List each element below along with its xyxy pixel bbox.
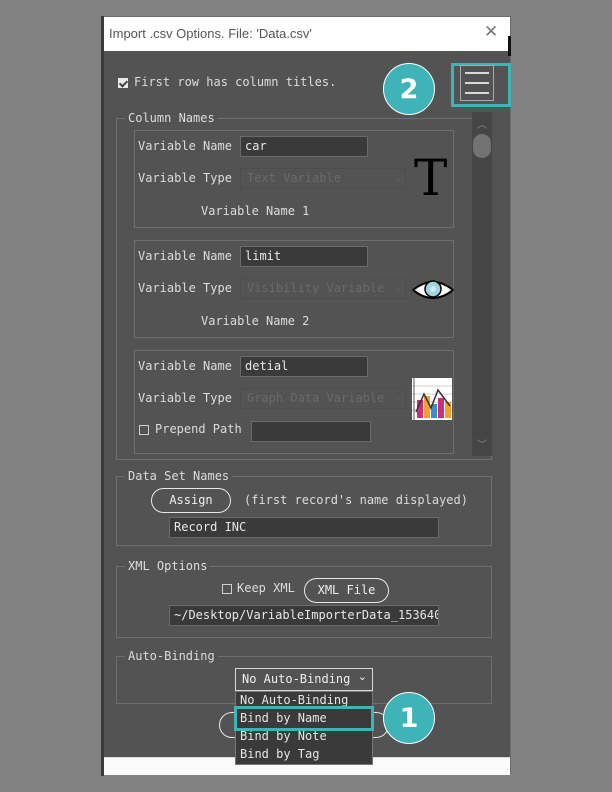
variable-name-label: Variable Name bbox=[138, 249, 232, 263]
menu-icon-line bbox=[465, 72, 489, 74]
menu-icon-line bbox=[465, 82, 489, 84]
variable-caption-1: Variable Name 1 bbox=[201, 204, 310, 218]
column-names-scrollbar[interactable] bbox=[472, 112, 492, 456]
text-variable-icon: T bbox=[414, 149, 448, 207]
xml-file-button[interactable]: XML File bbox=[304, 578, 389, 603]
first-row-label: First row has column titles. bbox=[134, 75, 337, 89]
variable-caption-2: Variable Name 2 bbox=[201, 314, 310, 328]
variable-type-select-1: Text Variable bbox=[240, 168, 406, 189]
auto-binding-selected-value: No Auto-Binding bbox=[242, 672, 351, 686]
keep-xml-label: Keep XML bbox=[237, 581, 295, 595]
xml-options-group bbox=[116, 566, 492, 638]
auto-binding-select[interactable]: No Auto-Binding ⌄ bbox=[235, 668, 373, 691]
variable-name-input-2[interactable]: limit bbox=[240, 246, 368, 267]
variable-type-label: Variable Type bbox=[138, 391, 232, 405]
dropdown-option-bind-by-note[interactable]: Bind by Note bbox=[240, 729, 327, 743]
scroll-up-icon[interactable]: ︿ bbox=[477, 116, 487, 131]
assign-button[interactable]: Assign bbox=[151, 488, 231, 513]
graph-data-icon bbox=[412, 378, 452, 420]
keep-xml-checkbox[interactable] bbox=[222, 584, 232, 594]
scroll-thumb[interactable] bbox=[473, 134, 491, 158]
scroll-down-icon[interactable]: ﹀ bbox=[477, 436, 487, 451]
dropdown-option-bind-by-tag[interactable]: Bind by Tag bbox=[240, 747, 319, 761]
menu-button[interactable] bbox=[460, 65, 494, 101]
variable-name-label: Variable Name bbox=[138, 139, 232, 153]
first-row-checkbox[interactable] bbox=[118, 78, 128, 88]
variable-name-input-3[interactable]: detial bbox=[240, 356, 368, 377]
prepend-path-checkbox[interactable] bbox=[139, 425, 149, 435]
eye-icon bbox=[412, 280, 454, 299]
record-name-field[interactable]: Record INC bbox=[169, 517, 439, 538]
dropdown-option-no-auto-binding[interactable]: No Auto-Binding bbox=[240, 693, 348, 707]
variable-type-select-2: Visibility Variable bbox=[240, 278, 406, 299]
prepend-path-label: Prepend Path bbox=[155, 422, 242, 436]
variable-name-label: Variable Name bbox=[138, 359, 232, 373]
menu-icon-line bbox=[465, 92, 489, 94]
window-edge-left bbox=[101, 16, 104, 776]
variable-type-label: Variable Type bbox=[138, 281, 232, 295]
column-names-legend: Column Names bbox=[125, 111, 218, 125]
data-set-names-legend: Data Set Names bbox=[125, 469, 233, 483]
badge-1: 1 bbox=[383, 692, 435, 744]
auto-binding-legend: Auto-Binding bbox=[125, 649, 218, 663]
badge-2: 2 bbox=[383, 63, 435, 115]
variable-type-select-3: Graph Data Variable bbox=[240, 388, 406, 409]
chevron-down-icon: ⌄ bbox=[357, 670, 367, 683]
prepend-path-input[interactable] bbox=[251, 421, 371, 442]
window-edge-right bbox=[508, 36, 511, 56]
close-icon[interactable]: ✕ bbox=[484, 22, 498, 42]
variable-name-input-1[interactable]: car bbox=[240, 136, 368, 157]
window-title: Import .csv Options. File: 'Data.csv' bbox=[109, 26, 312, 41]
variable-type-label: Variable Type bbox=[138, 171, 232, 185]
bind-by-name-highlight bbox=[234, 706, 374, 731]
xml-options-legend: XML Options bbox=[125, 559, 211, 573]
record-name-hint: (first record's name displayed) bbox=[244, 493, 468, 507]
xml-path-field[interactable]: ~/Desktop/VariableImporterData_1536402 bbox=[169, 605, 439, 626]
